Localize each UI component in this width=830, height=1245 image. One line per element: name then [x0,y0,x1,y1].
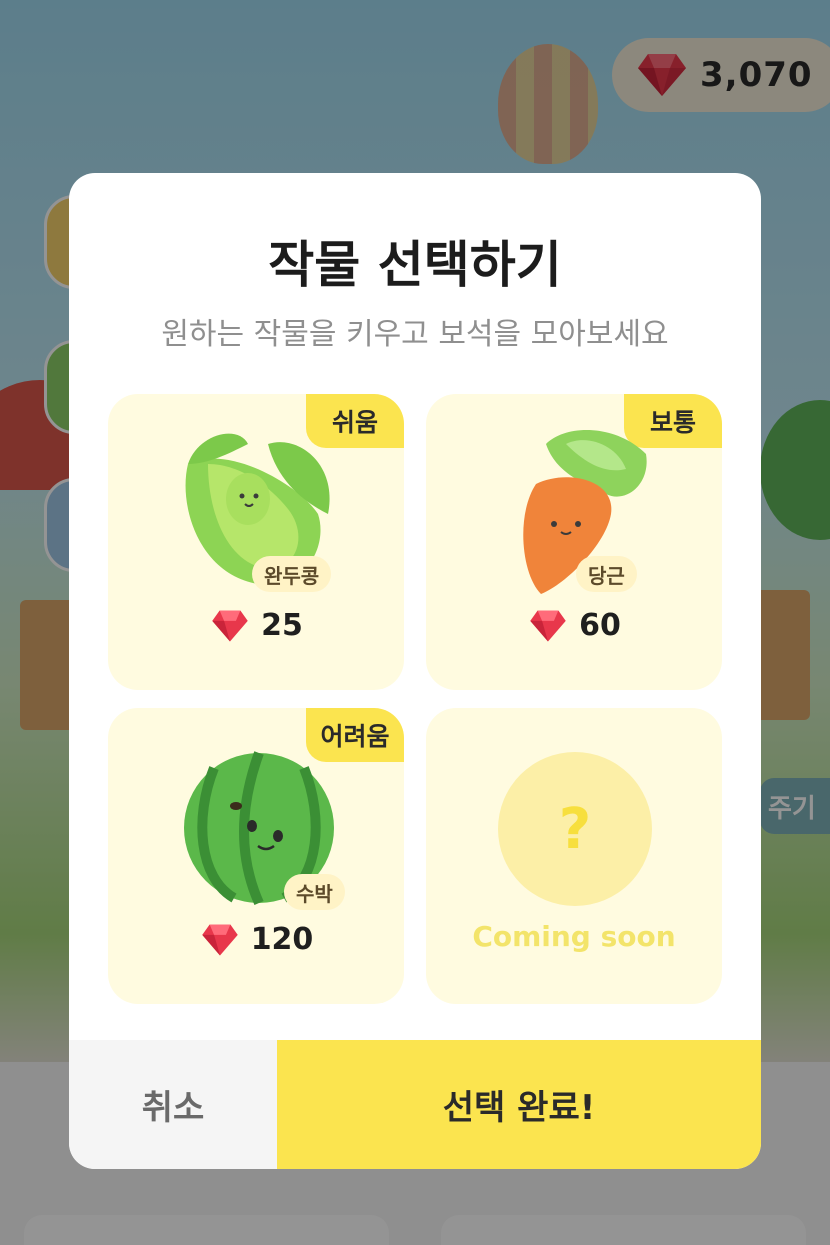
ruby-gem-icon [212,609,248,642]
crop-select-modal: 작물 선택하기 원하는 작물을 키우고 보석을 모아보세요 쉬움 완두콩 25 … [69,173,761,1169]
cancel-button[interactable]: 취소 [69,1040,277,1169]
confirm-selection-button[interactable]: 선택 완료! [277,1040,761,1169]
question-mark: ? [558,796,592,862]
crop-price-value: 25 [261,608,303,643]
modal-title: 작물 선택하기 [268,236,562,294]
crop-name-chip: 수박 [284,874,345,910]
crop-name-chip: 완두콩 [252,556,332,592]
modal-subtitle: 원하는 작물을 키우고 보석을 모아보세요 [161,317,669,352]
question-mark-icon: ? [498,752,652,906]
ruby-gem-icon [201,923,238,956]
crop-price: 120 [108,922,404,957]
crop-name-chip: 당근 [576,556,637,592]
crop-price: 60 [426,608,722,643]
crop-card-carrot[interactable]: 보통 당근 60 [426,394,722,690]
crop-card-watermelon[interactable]: 어려움 수박 120 [108,708,404,1004]
crop-price: 25 [108,608,404,643]
crop-price-value: 120 [250,922,314,957]
ruby-gem-icon [530,609,566,642]
crop-card-coming-soon: ? Coming soon [426,708,722,1004]
crop-price-value: 60 [579,608,621,643]
coming-soon-label: Coming soon [472,920,676,953]
crop-card-pea[interactable]: 쉬움 완두콩 25 [108,394,404,690]
